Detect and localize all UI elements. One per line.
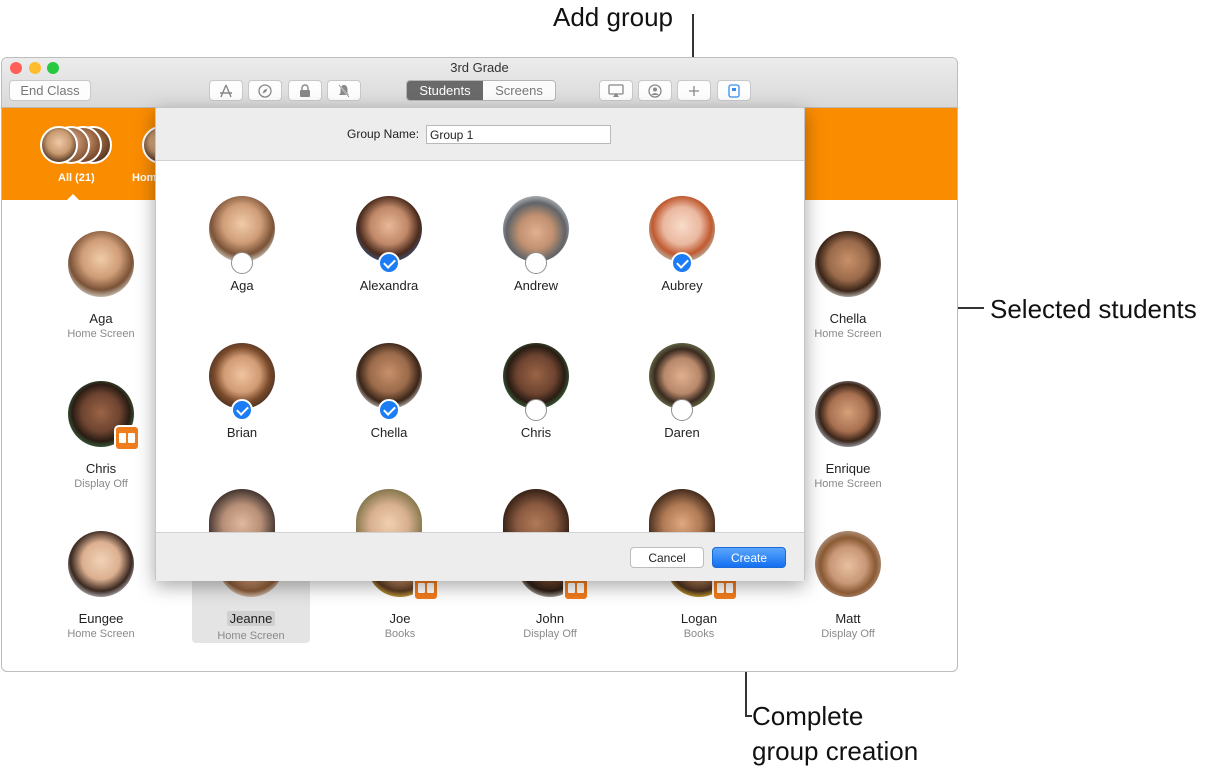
student-picker-item[interactable]: Aubrey <box>622 196 742 293</box>
student-status: Home Screen <box>217 630 285 642</box>
selection-checkbox[interactable] <box>231 252 253 274</box>
create-button[interactable]: Create <box>712 547 786 568</box>
selection-checkbox[interactable] <box>525 399 547 421</box>
student-status: Home Screen <box>814 478 882 490</box>
student-status: Home Screen <box>814 328 882 340</box>
student-photo <box>815 231 881 297</box>
callout-line-create-tick <box>745 715 752 717</box>
lock-icon <box>300 83 310 97</box>
student-photo-partial <box>209 489 275 532</box>
airplay-icon <box>608 83 624 97</box>
student-name: Logan <box>680 611 718 626</box>
student-name: Jeanne <box>226 611 276 626</box>
airplay-button[interactable] <box>599 80 633 101</box>
student-name: Chris <box>85 461 117 476</box>
group-name-label: Group Name: <box>347 127 420 141</box>
student-picker-item[interactable]: Aga <box>182 196 302 293</box>
student-picker-item[interactable]: Brian <box>182 343 302 440</box>
student-tile[interactable]: Aga Home Screen <box>41 231 161 340</box>
student-name: Joe <box>389 611 411 626</box>
student-picker-item[interactable]: Daren <box>622 343 742 440</box>
selection-checkbox-checked[interactable] <box>378 252 400 274</box>
mute-button[interactable] <box>327 80 361 101</box>
student-picker-item[interactable]: Chris <box>476 343 596 440</box>
view-tab-control: Students Screens <box>406 80 556 101</box>
person-icon <box>648 83 662 98</box>
student-name: Alexandra <box>359 278 419 293</box>
student-photo <box>68 231 134 297</box>
safari-icon <box>258 83 272 98</box>
student-tile[interactable]: Chella Home Screen <box>788 231 908 340</box>
lock-button[interactable] <box>288 80 322 101</box>
student-photo-partial <box>356 489 422 532</box>
student-picker-item[interactable]: Chella <box>329 343 449 440</box>
student-name: Aga <box>230 278 254 293</box>
end-class-button[interactable]: End Class <box>9 80 91 101</box>
student-name: John <box>535 611 565 626</box>
tab-screens[interactable]: Screens <box>482 81 555 100</box>
callout-selected-students: Selected students <box>990 294 1197 324</box>
callout-complete-2: group creation <box>752 736 919 766</box>
create-group-sheet: Group Name: Group 1 Aga Alexandra Andrew… <box>155 107 805 581</box>
student-tile[interactable]: Matt Display Off <box>788 531 908 640</box>
callout-add-group: Add group <box>553 2 673 32</box>
student-name: Andrew <box>513 278 559 293</box>
person-button[interactable] <box>638 80 672 101</box>
student-name: Chella <box>829 311 867 326</box>
selection-checkbox-checked[interactable] <box>378 399 400 421</box>
books-app-icon <box>114 425 140 451</box>
screen-icon <box>728 83 740 98</box>
student-status: Display Off <box>523 628 577 640</box>
sheet-footer: Cancel Create <box>156 532 804 581</box>
selected-group-indicator <box>66 194 80 201</box>
student-photo <box>68 531 134 597</box>
student-name: Brian <box>226 425 258 440</box>
plus-icon <box>689 85 699 96</box>
add-group-button[interactable] <box>677 80 711 101</box>
student-status: Books <box>683 628 715 640</box>
student-status: Home Screen <box>67 628 135 640</box>
student-name: Matt <box>835 611 861 626</box>
student-photo <box>815 381 881 447</box>
cancel-button[interactable]: Cancel <box>630 547 704 568</box>
student-name: Daren <box>664 425 700 440</box>
student-tile[interactable]: Enrique Home Screen <box>788 381 908 490</box>
sheet-header: Group Name: Group 1 <box>156 108 804 161</box>
screen-button[interactable] <box>717 80 751 101</box>
student-status: Home Screen <box>67 328 135 340</box>
student-picker-item[interactable]: Andrew <box>476 196 596 293</box>
student-picker-item[interactable]: Alexandra <box>329 196 449 293</box>
selection-checkbox-checked[interactable] <box>671 252 693 274</box>
window-title: 3rd Grade <box>450 60 509 75</box>
selection-checkbox[interactable] <box>671 399 693 421</box>
callout-complete-1: Complete <box>752 701 864 731</box>
student-name: Aga <box>89 311 113 326</box>
tab-students[interactable]: Students <box>407 81 483 100</box>
selection-checkbox-checked[interactable] <box>231 399 253 421</box>
student-name: Enrique <box>825 461 871 476</box>
selection-checkbox[interactable] <box>525 252 547 274</box>
group-avatar <box>40 126 78 164</box>
student-status: Display Off <box>74 478 128 490</box>
student-name: Aubrey <box>661 278 703 293</box>
apps-icon <box>220 84 232 97</box>
mute-icon <box>338 84 350 97</box>
safari-button[interactable] <box>248 80 282 101</box>
student-name: Chella <box>370 425 408 440</box>
title-bar: 3rd Grade End Class Students Screens <box>2 58 957 108</box>
student-status: Books <box>384 628 416 640</box>
student-photo <box>815 531 881 597</box>
apps-button[interactable] <box>209 80 243 101</box>
student-tile[interactable]: Chris Display Off <box>41 381 161 490</box>
student-photo-partial <box>503 489 569 532</box>
group-name-input[interactable]: Group 1 <box>426 125 611 144</box>
student-name: Eungee <box>78 611 124 626</box>
student-tile[interactable]: Eungee Home Screen <box>41 531 161 640</box>
student-photo-partial <box>649 489 715 532</box>
student-name: Chris <box>520 425 552 440</box>
group-all-label: All (21) <box>58 172 95 184</box>
student-status: Display Off <box>821 628 875 640</box>
